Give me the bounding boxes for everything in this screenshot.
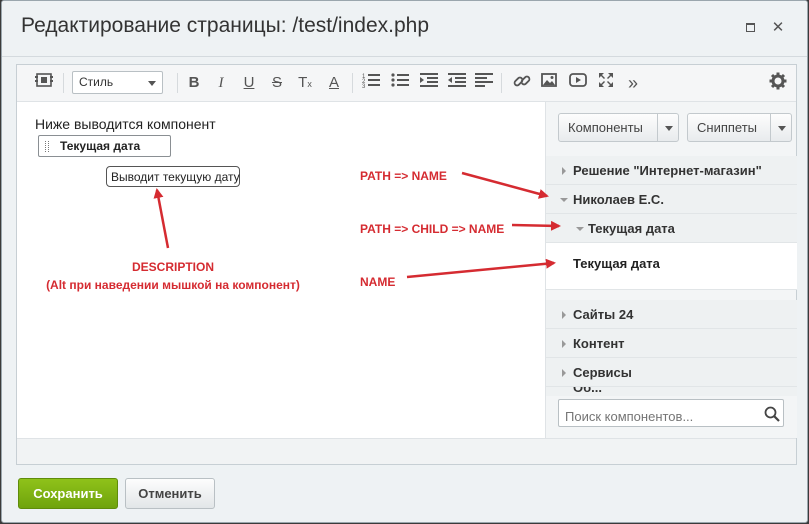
align-icon[interactable] (473, 72, 495, 94)
tree-item-services[interactable]: Сервисы (546, 358, 797, 387)
outdent-icon[interactable] (446, 72, 468, 94)
save-button[interactable]: Сохранить (18, 478, 118, 509)
ordered-list-icon[interactable]: 123 (360, 72, 382, 94)
annotation-name: NAME (360, 275, 396, 289)
chevron-right-icon (562, 369, 566, 377)
more-icon[interactable]: » (622, 72, 644, 94)
style-select-value: Стиль (79, 75, 114, 89)
clear-format-icon[interactable]: Tx (294, 72, 316, 94)
tree-item-sites24[interactable]: Сайты 24 (546, 300, 797, 329)
component-placeholder[interactable]: Текущая дата (38, 135, 171, 157)
editor-statusbar (17, 438, 796, 464)
snippets-button-label: Сниппеты (697, 120, 758, 135)
editor-toolbar: Стиль B I U S Tx A 123 » (17, 65, 796, 102)
image-icon[interactable] (538, 72, 560, 94)
edit-page-dialog: Редактирование страницы: /test/index.php… (1, 0, 808, 523)
chevron-down-icon (576, 227, 584, 231)
video-icon[interactable] (567, 72, 589, 94)
indent-icon[interactable] (418, 72, 440, 94)
dialog-titlebar[interactable]: Редактирование страницы: /test/index.php… (2, 1, 807, 57)
tree-item-nikolaev[interactable]: Николаев Е.С. (546, 185, 797, 214)
components-button-label: Компоненты (568, 120, 643, 135)
editor-content[interactable]: Ниже выводится компонент Текущая дата Вы… (17, 102, 545, 438)
components-dropdown[interactable] (657, 114, 678, 141)
close-icon[interactable]: ✕ (769, 19, 787, 37)
component-search-input[interactable] (558, 399, 784, 427)
cancel-button[interactable]: Отменить (125, 478, 215, 509)
dialog-title: Редактирование страницы: /test/index.php (21, 14, 429, 37)
annotation-description-hint: (Alt при наведении мышкой на компонент) (46, 278, 300, 292)
svg-text:3: 3 (362, 84, 366, 88)
component-label: Текущая дата (60, 139, 141, 153)
fullscreen-icon[interactable] (595, 72, 617, 94)
drag-handle-icon[interactable] (45, 141, 49, 152)
chevron-down-icon (560, 198, 568, 202)
underline-icon[interactable]: U (238, 72, 260, 94)
unordered-list-icon[interactable] (389, 72, 411, 94)
annotation-description: DESCRIPTION (Alt при наведении мышкой на… (17, 258, 329, 294)
components-sidebar: Компоненты Сниппеты Решение "Интернет-ма… (545, 102, 797, 438)
chevron-right-icon (562, 311, 566, 319)
settings-icon[interactable] (767, 72, 789, 94)
tree-item-current-date-folder[interactable]: Текущая дата (546, 214, 797, 243)
chevron-down-icon (778, 126, 786, 131)
bold-icon[interactable]: B (183, 72, 205, 94)
chevron-down-icon (665, 126, 673, 131)
chevron-right-icon (562, 340, 566, 348)
source-view-icon[interactable] (33, 72, 55, 94)
annotation-path-name: PATH => NAME (360, 169, 447, 183)
strikethrough-icon[interactable]: S (266, 72, 288, 94)
intro-text: Ниже выводится компонент (35, 116, 216, 132)
tree-leaf-current-date[interactable]: Текущая дата (546, 243, 797, 290)
snippets-dropdown[interactable] (770, 114, 791, 141)
component-tree: Решение "Интернет-магазин" Николаев Е.С.… (546, 156, 797, 396)
components-button[interactable]: Компоненты (558, 113, 679, 142)
maximize-icon[interactable] (742, 19, 760, 37)
tree-item-content[interactable]: Контент (546, 329, 797, 358)
component-tooltip: Выводит текущую дату (106, 166, 240, 187)
snippets-button[interactable]: Сниппеты (687, 113, 792, 142)
annotation-description-title: DESCRIPTION (131, 260, 214, 274)
annotation-path-child-name: PATH => CHILD => NAME (360, 222, 505, 236)
search-area (546, 396, 797, 438)
html-editor: Стиль B I U S Tx A 123 » Ниже выводится … (16, 64, 797, 465)
chevron-right-icon (562, 167, 566, 175)
chevron-down-icon (148, 81, 156, 86)
search-icon[interactable] (764, 406, 780, 422)
font-color-icon[interactable]: A (323, 72, 345, 94)
tree-item-partial[interactable]: Об... (546, 387, 797, 396)
italic-icon[interactable]: I (210, 72, 232, 94)
style-select[interactable]: Стиль (72, 71, 163, 94)
link-icon[interactable] (511, 72, 533, 94)
tree-item-internet-shop[interactable]: Решение "Интернет-магазин" (546, 156, 797, 185)
